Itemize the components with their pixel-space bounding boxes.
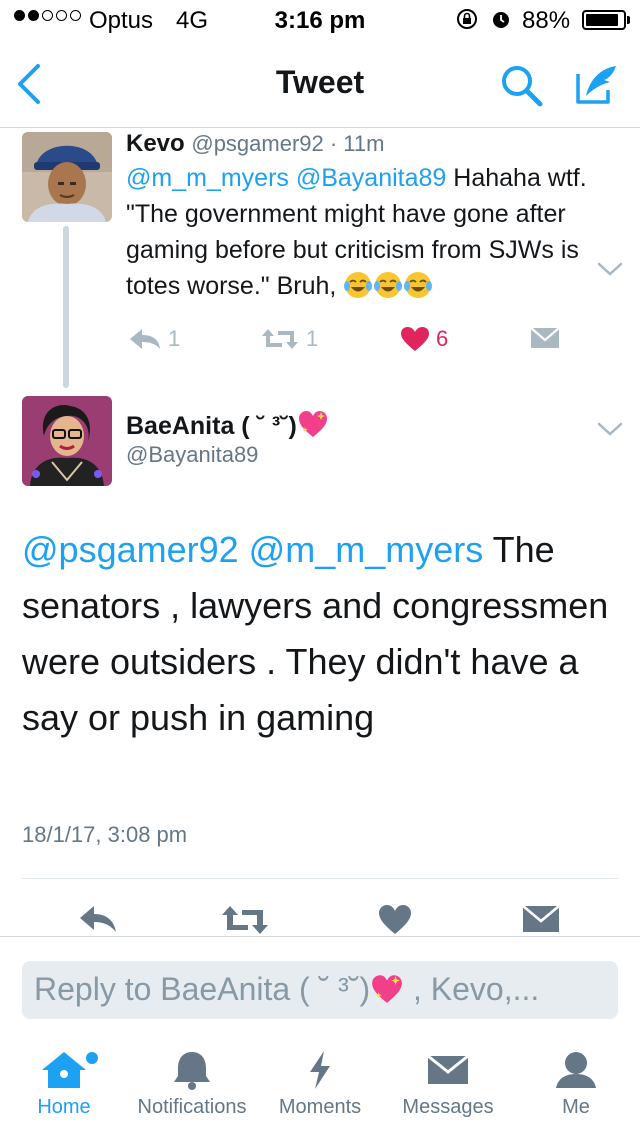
reply-icon[interactable] [78,904,118,936]
avatar[interactable] [22,396,112,486]
tab-label: Notifications [137,1096,247,1118]
battery-percent: 88% [522,7,571,34]
tab-moments[interactable]: Moments [256,1050,384,1119]
tab-label: Moments [278,1096,362,1118]
chevron-down-icon[interactable] [596,420,624,438]
author-name[interactable]: Kevo [126,130,185,157]
mention-link[interactable]: @m_m_myers [126,164,289,192]
like-button[interactable]: 6 [400,326,448,352]
tweet-actions: 1 1 6 [126,326,566,356]
focused-tweet-actions [0,900,640,940]
tweet-header: Kevo @psgamer92 · 11m [126,130,384,158]
search-icon[interactable] [498,62,544,108]
status-bar: Optus 4G 3:16 pm 88% [0,0,640,40]
bell-icon [174,1052,210,1090]
rotation-lock-icon [457,9,477,29]
lightning-icon [310,1051,330,1089]
author-handle: @Bayanita89 [126,442,259,467]
reply-button[interactable]: 1 [128,326,180,352]
home-icon [42,1052,86,1088]
mention-link[interactable]: @Bayanita89 [296,164,446,192]
retweet-button[interactable]: 1 [260,326,318,352]
heart-icon [401,327,429,351]
direct-message-button[interactable] [530,326,560,350]
tab-me[interactable]: Me [512,1050,640,1119]
divider [22,878,618,879]
reply-icon [130,329,160,349]
person-icon [556,1052,596,1088]
envelope-icon [427,1054,469,1084]
focused-tweet-text: @psgamer92 @m_m_myers The senators , law… [22,522,622,746]
envelope-icon [530,327,560,348]
reply-input[interactable]: Reply to BaeAnita ( ˘ ³˘) , Kevo,... [22,961,618,1019]
laughing-emoji-group [343,272,433,300]
author-handle: @psgamer92 · 11m [191,131,385,156]
battery-icon [582,10,626,30]
tab-label: Messages [402,1096,494,1118]
sparkling-heart-icon [372,975,402,1003]
retweet-icon[interactable] [220,904,270,936]
tab-messages[interactable]: Messages [384,1050,512,1119]
alarm-icon [493,12,509,28]
envelope-icon[interactable] [522,904,560,934]
author-name[interactable]: BaeAnita ( ˘ ³˘) [126,408,329,441]
tweet-timestamp: 18/1/17, 3:08 pm [22,822,188,847]
like-count: 6 [436,326,449,351]
retweet-count: 1 [306,326,319,351]
mention-link[interactable]: @psgamer92 [22,529,239,570]
reply-count: 1 [168,326,181,351]
tab-label: Home [37,1096,91,1118]
thread-connector [63,226,69,388]
sparkling-heart-icon [298,411,327,437]
avatar[interactable] [22,132,112,222]
parent-tweet[interactable]: Kevo @psgamer92 · 11m @m_m_myers @Bayani… [0,128,640,388]
compose-icon[interactable] [572,60,620,108]
reply-bar: Reply to BaeAnita ( ˘ ³˘) , Kevo,... [0,936,640,1032]
face-with-tears-of-joy-icon [374,272,403,298]
page-title: Tweet [275,64,365,100]
tweet-text: @m_m_myers @Bayanita89 Hahaha wtf. "The … [126,160,626,304]
navigation-bar: Tweet [0,40,640,128]
retweet-icon [262,329,298,349]
face-with-tears-of-joy-icon [344,272,373,298]
tab-home[interactable]: Home [0,1050,128,1119]
new-content-indicator [86,1052,98,1064]
mention-link[interactable]: @m_m_myers [249,529,484,570]
battery-nub [627,16,630,24]
tab-bar: Home Notifications Moments Messages Me [0,1040,640,1136]
tab-notifications[interactable]: Notifications [128,1050,256,1119]
heart-icon[interactable] [378,904,412,936]
face-with-tears-of-joy-icon [404,272,433,298]
tab-label: Me [562,1096,590,1118]
